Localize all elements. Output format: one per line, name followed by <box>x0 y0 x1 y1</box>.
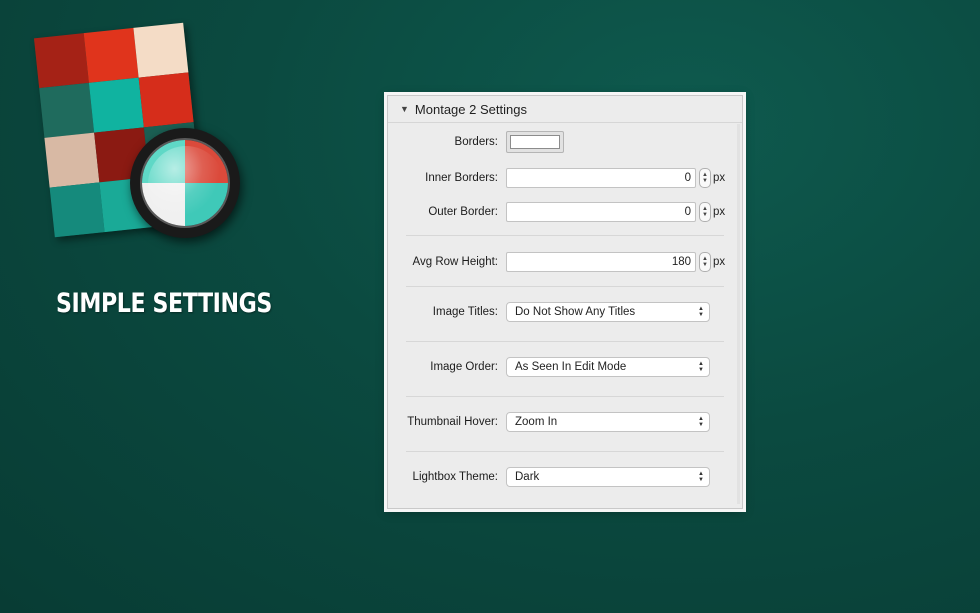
image-order-row: Image Order: As Seen In Edit Mode ▲ ▼ <box>388 355 742 379</box>
panel-header[interactable]: ▼ Montage 2 Settings <box>388 96 742 123</box>
settings-panel: ▼ Montage 2 Settings Borders: Inner Bord… <box>384 92 746 512</box>
mosaic-tile <box>44 132 100 188</box>
mosaic-tile <box>138 72 194 128</box>
inner-borders-row: Inner Borders: 0 ▲ ▼ px <box>388 166 742 190</box>
chevron-updown-icon: ▲ ▼ <box>698 416 704 428</box>
divider <box>406 235 724 236</box>
chevron-updown-icon: ▲ ▼ <box>698 471 704 483</box>
outer-border-input[interactable]: 0 <box>506 202 696 222</box>
montage-app-icon <box>33 22 244 245</box>
divider <box>406 341 724 342</box>
disclosure-triangle-icon[interactable]: ▼ <box>400 104 409 114</box>
stepper-down-icon[interactable]: ▼ <box>702 212 708 218</box>
scrollbar[interactable] <box>737 124 740 504</box>
thumbnail-hover-select[interactable]: Zoom In ▲ ▼ <box>506 412 710 432</box>
inner-borders-unit: px <box>713 172 726 184</box>
outer-border-row: Outer Border: 0 ▲ ▼ px <box>388 200 742 224</box>
headline: SIMPLE SETTINGS <box>56 288 272 319</box>
inner-borders-input[interactable]: 0 <box>506 168 696 188</box>
divider <box>406 451 724 452</box>
inner-borders-label: Inner Borders: <box>425 172 498 184</box>
avg-row-height-input[interactable]: 180 <box>506 252 696 272</box>
mosaic-tile <box>33 33 89 89</box>
image-titles-select[interactable]: Do Not Show Any Titles ▲ ▼ <box>506 302 710 322</box>
magnifier-lens <box>140 138 230 228</box>
thumbnail-hover-label: Thumbnail Hover: <box>407 416 498 428</box>
divider <box>406 286 724 287</box>
mosaic-tile <box>88 77 144 133</box>
avg-row-height-label: Avg Row Height: <box>412 256 498 268</box>
image-order-select[interactable]: As Seen In Edit Mode ▲ ▼ <box>506 357 710 377</box>
image-titles-row: Image Titles: Do Not Show Any Titles ▲ ▼ <box>388 300 742 324</box>
borders-label: Borders: <box>454 136 498 148</box>
borders-color-swatch <box>510 135 560 149</box>
lightbox-theme-value: Dark <box>515 471 540 483</box>
inner-borders-stepper[interactable]: ▲ ▼ <box>699 168 711 188</box>
image-order-label: Image Order: <box>430 361 498 373</box>
image-titles-value: Do Not Show Any Titles <box>515 306 636 318</box>
lightbox-theme-row: Lightbox Theme: Dark ▲ ▼ <box>388 465 742 489</box>
avg-row-height-unit: px <box>713 256 726 268</box>
stepper-down-icon[interactable]: ▼ <box>702 178 708 184</box>
divider <box>406 396 724 397</box>
image-titles-label: Image Titles: <box>432 306 498 318</box>
avg-row-height-stepper[interactable]: ▲ ▼ <box>699 252 711 272</box>
thumbnail-hover-row: Thumbnail Hover: Zoom In ▲ ▼ <box>388 410 742 434</box>
chevron-updown-icon: ▲ ▼ <box>698 306 704 318</box>
panel-title: Montage 2 Settings <box>414 101 527 117</box>
stepper-down-icon[interactable]: ▼ <box>702 262 708 268</box>
lightbox-theme-select[interactable]: Dark ▲ ▼ <box>506 467 710 487</box>
mosaic-tile <box>83 27 139 83</box>
borders-color-well[interactable] <box>506 131 564 153</box>
lightbox-theme-label: Lightbox Theme: <box>412 471 498 483</box>
borders-row: Borders: <box>388 130 742 154</box>
mosaic-tile <box>133 22 189 78</box>
outer-border-label: Outer Border: <box>428 206 498 218</box>
outer-border-unit: px <box>713 206 726 218</box>
mosaic-tile <box>49 182 105 238</box>
chevron-updown-icon: ▲ ▼ <box>698 361 704 373</box>
thumbnail-hover-value: Zoom In <box>515 416 558 428</box>
magnifier-icon <box>130 128 240 238</box>
outer-border-stepper[interactable]: ▲ ▼ <box>699 202 711 222</box>
avg-row-height-row: Avg Row Height: 180 ▲ ▼ px <box>388 250 742 274</box>
mosaic-tile <box>39 82 95 138</box>
image-order-value: As Seen In Edit Mode <box>515 361 627 373</box>
